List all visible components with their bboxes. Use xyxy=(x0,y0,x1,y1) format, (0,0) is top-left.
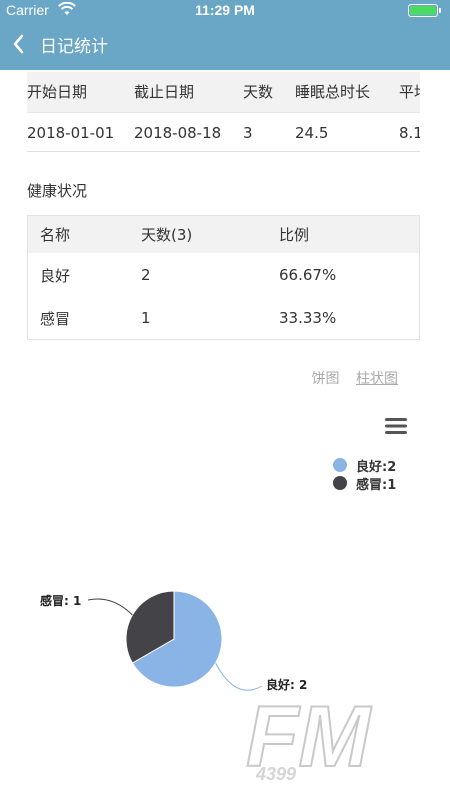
header-start-date: 开始日期 xyxy=(27,83,88,101)
header-days-count: 天数(3) xyxy=(141,226,193,244)
tab-bar-chart[interactable]: 柱状图 xyxy=(356,371,398,387)
legend-label-good: 良好:2 xyxy=(356,459,397,475)
header-name: 名称 xyxy=(40,226,71,244)
pie-connector-cold xyxy=(87,598,133,616)
app-header: Carrier 11:29 PM 日记统计 xyxy=(0,0,450,70)
chart-legend: 良好:2 感冒:1 xyxy=(333,456,397,493)
pie-connector-good xyxy=(215,662,263,691)
table-row: 感冒 1 33.33% xyxy=(28,297,419,339)
sleep-total-value: 24.5 xyxy=(295,124,329,142)
legend-label-cold: 感冒:1 xyxy=(356,477,397,493)
health-name: 感冒 xyxy=(40,309,71,328)
header-average: 平均 xyxy=(399,83,420,101)
health-days: 2 xyxy=(141,266,151,284)
health-name: 良好 xyxy=(40,266,71,285)
header-days: 天数 xyxy=(243,83,274,101)
health-table: 名称 天数(3) 比例 良好 2 66.67% 感冒 1 33.33% xyxy=(27,215,420,340)
watermark-small-text: 4399 xyxy=(255,764,296,784)
health-section-title: 健康状况 xyxy=(27,182,88,200)
header-end-date: 截止日期 xyxy=(134,83,195,101)
status-time: 11:29 PM xyxy=(195,2,255,18)
watermark-logo: FM 4399 xyxy=(245,688,374,786)
legend-item-cold[interactable]: 感冒:1 xyxy=(333,474,397,493)
legend-dot-cold xyxy=(333,476,347,490)
pie-label-cold: 感冒: 1 xyxy=(40,594,82,608)
health-ratio: 33.33% xyxy=(279,309,337,327)
start-date-value: 2018-01-01 xyxy=(27,124,115,142)
status-bar: Carrier 11:29 PM xyxy=(0,0,450,20)
header-ratio: 比例 xyxy=(279,226,310,244)
legend-dot-good xyxy=(333,458,347,472)
summary-table: 开始日期 截止日期 天数 睡眠总时长 平均 2018-01-01 2018-08… xyxy=(27,72,420,152)
hamburger-menu-icon[interactable] xyxy=(385,418,407,434)
health-days: 1 xyxy=(141,309,151,327)
header-sleep-total: 睡眠总时长 xyxy=(295,83,371,101)
table-row: 良好 2 66.67% xyxy=(28,253,419,297)
summary-header-row: 开始日期 截止日期 天数 睡眠总时长 平均 xyxy=(27,72,420,112)
legend-item-good[interactable]: 良好:2 xyxy=(333,456,397,475)
health-header-row: 名称 天数(3) 比例 xyxy=(28,216,419,253)
chart-type-tabs: 饼图 柱状图 xyxy=(300,368,398,388)
tab-pie-chart[interactable]: 饼图 xyxy=(312,371,340,387)
nav-bar: 日记统计 xyxy=(0,24,450,64)
chevron-left-icon[interactable] xyxy=(10,32,30,56)
battery-icon xyxy=(408,4,441,17)
page-title: 日记统计 xyxy=(40,37,108,57)
table-row: 2018-01-01 2018-08-18 3 24.5 8.1 xyxy=(27,112,420,151)
end-date-value: 2018-08-18 xyxy=(134,124,222,142)
average-value: 8.1 xyxy=(399,124,420,142)
health-ratio: 66.67% xyxy=(279,266,337,284)
days-value: 3 xyxy=(243,124,253,142)
